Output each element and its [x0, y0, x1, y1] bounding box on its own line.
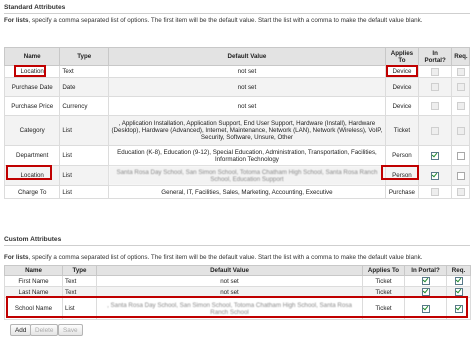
attr-default[interactable]: not set	[108, 77, 386, 97]
attr-name: Purchase Price	[3, 96, 61, 116]
custom-description: For lists, specify a comma separated lis…	[4, 254, 423, 261]
col-header-name: Name	[3, 47, 61, 66]
table-row: Location Text not set Device	[3, 65, 470, 78]
col-header-default: Default Value	[96, 265, 363, 276]
portal-checkbox[interactable]	[421, 277, 430, 285]
attr-type: List	[59, 185, 110, 199]
table-row: Location List Santa Rosa Day School, San…	[3, 165, 470, 186]
attr-type: List	[59, 115, 110, 146]
attr-name: Charge To	[3, 185, 61, 199]
portal-checkbox[interactable]	[421, 304, 430, 313]
attr-type: List	[59, 145, 110, 166]
table-row: Purchase Price Currency not set Device	[3, 96, 470, 116]
attr-name: First Name	[4, 275, 63, 287]
attr-applies: Device	[384, 65, 420, 78]
portal-checkbox	[431, 126, 440, 135]
attr-default[interactable]: , Santa Rosa Day School, San Simon Schoo…	[96, 297, 363, 320]
portal-checkbox	[431, 188, 440, 196]
attr-name: Department	[3, 145, 61, 166]
req-checkbox[interactable]	[456, 171, 465, 180]
portal-checkbox[interactable]	[431, 151, 440, 160]
table-row: Charge To List General, IT, Facilities, …	[3, 185, 470, 199]
attr-applies: Purchase	[384, 185, 420, 199]
attr-type: Text	[62, 275, 97, 287]
col-header-applies: Applies To	[384, 47, 420, 66]
table-row: Category List , Application Installation…	[3, 115, 470, 146]
attr-applies: Ticket	[362, 286, 405, 298]
req-checkbox	[456, 126, 465, 135]
portal-checkbox	[431, 83, 440, 91]
col-header-type: Type	[59, 47, 110, 66]
attr-default[interactable]: , Application Installation, Application …	[108, 115, 386, 146]
table-row: First Name Text not set Ticket	[4, 275, 471, 287]
portal-checkbox	[431, 102, 440, 110]
attr-default[interactable]: not set	[96, 286, 363, 298]
custom-divider	[4, 245, 470, 246]
attr-default[interactable]: Education (K-8), Education (9-12), Speci…	[108, 145, 386, 166]
attr-name: Last Name	[4, 286, 63, 298]
attr-type: Date	[59, 77, 110, 97]
col-header-type: Type	[62, 265, 97, 276]
req-checkbox	[456, 83, 465, 91]
req-checkbox[interactable]	[454, 277, 463, 285]
save-button[interactable]: Save	[58, 324, 83, 336]
table-row: Last Name Text not set Ticket	[4, 286, 471, 298]
attr-applies: Person	[384, 165, 420, 186]
col-header-req: Req.	[451, 47, 470, 66]
attr-type: Currency	[59, 96, 110, 116]
portal-checkbox	[431, 67, 440, 76]
portal-checkbox[interactable]	[431, 171, 440, 180]
req-checkbox	[456, 188, 465, 196]
attr-type: Text	[62, 286, 97, 298]
attr-default[interactable]: not set	[96, 275, 363, 287]
req-checkbox[interactable]	[454, 304, 463, 313]
col-header-name: Name	[4, 265, 63, 276]
attr-type: Text	[59, 65, 110, 78]
standard-attributes-table: Name Type Default Value Applies To In Po…	[3, 47, 470, 199]
attr-default[interactable]: not set	[108, 96, 386, 116]
attr-type: List	[62, 297, 97, 320]
delete-button[interactable]: Delete	[30, 324, 59, 336]
table-row: Department List Education (K-8), Educati…	[3, 145, 470, 166]
attr-applies: Device	[384, 96, 420, 116]
attr-default[interactable]: Santa Rosa Day School, San Simon School,…	[108, 165, 386, 186]
attr-default[interactable]: not set	[108, 65, 386, 78]
standard-divider	[4, 13, 470, 14]
col-header-portal: In Portal?	[404, 265, 447, 276]
attr-type: List	[59, 165, 110, 186]
col-header-portal: In Portal?	[418, 47, 453, 66]
table-row: Purchase Date Date not set Device	[3, 77, 470, 97]
attr-name: School Name	[4, 297, 63, 320]
portal-checkbox[interactable]	[421, 288, 430, 296]
req-checkbox[interactable]	[454, 288, 463, 296]
table-row: School Name List , Santa Rosa Day School…	[4, 297, 471, 320]
req-checkbox[interactable]	[456, 151, 465, 160]
req-checkbox	[456, 67, 465, 76]
attr-applies: Person	[384, 145, 420, 166]
attr-name: Purchase Date	[3, 77, 61, 97]
attr-default[interactable]: General, IT, Facilities, Sales, Marketin…	[108, 185, 386, 199]
req-checkbox	[456, 102, 465, 110]
standard-description: For lists, specify a comma separated lis…	[4, 17, 423, 24]
attr-applies: Ticket	[362, 297, 405, 320]
col-header-req: Req.	[446, 265, 471, 276]
custom-attributes-table: Name Type Default Value Applies To In Po…	[4, 265, 471, 320]
attr-name: Category	[3, 115, 61, 146]
standard-attributes-title: Standard Attributes	[4, 4, 66, 11]
attr-applies: Ticket	[384, 115, 420, 146]
attr-applies: Device	[384, 77, 420, 97]
custom-attributes-title: Custom Attributes	[4, 236, 62, 243]
attr-name: Location	[3, 65, 61, 78]
col-header-applies: Applies To	[362, 265, 405, 276]
col-header-default: Default Value	[108, 47, 386, 66]
attr-applies: Ticket	[362, 275, 405, 287]
attr-name: Location	[3, 165, 61, 186]
add-button[interactable]: Add	[10, 324, 32, 336]
